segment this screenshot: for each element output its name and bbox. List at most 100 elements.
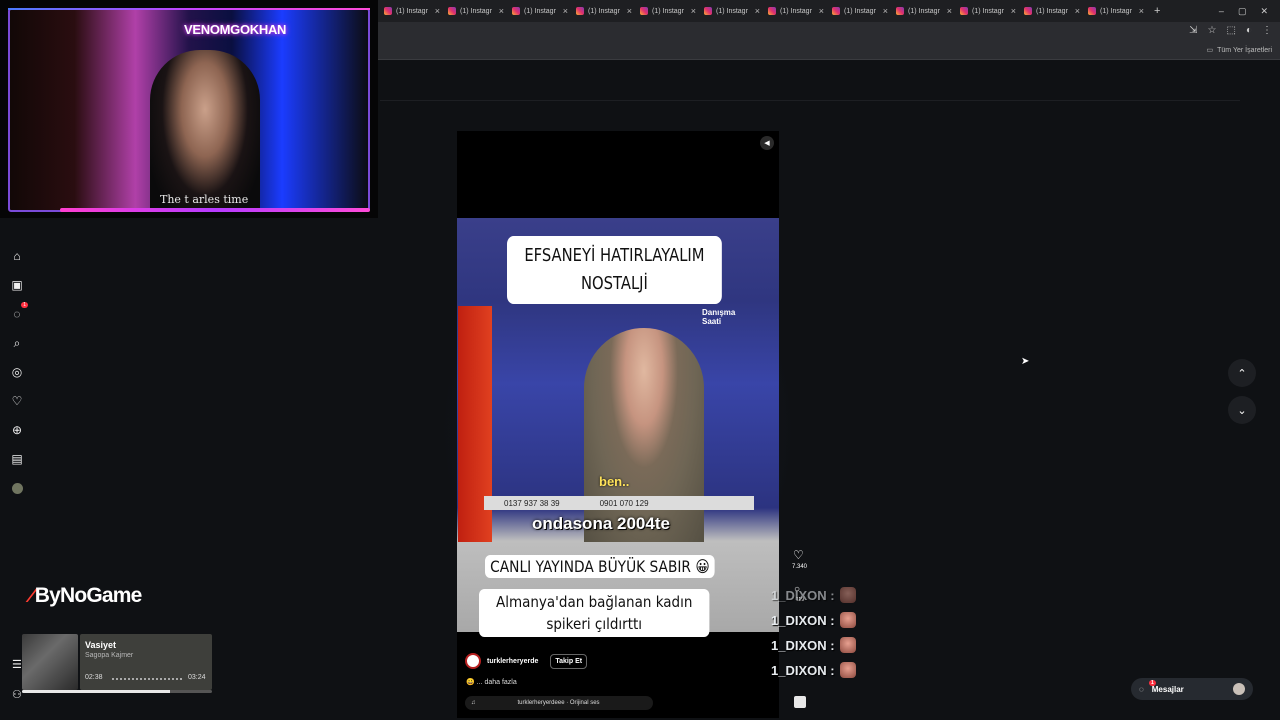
subtitle: ondasona 2004te [532, 514, 670, 533]
next-reel-button[interactable]: ⌄ [1228, 396, 1256, 424]
close-icon[interactable]: × [691, 6, 696, 16]
close-icon[interactable]: × [1075, 6, 1080, 16]
close-window-button[interactable]: ✕ [1260, 6, 1268, 17]
previous-reel-button[interactable]: ⌃ [1228, 359, 1256, 387]
close-icon[interactable]: × [819, 6, 824, 16]
tab-title: (1) Instagr [844, 7, 876, 15]
sidebar-nav: ⌂ ▣ ◌ 1 ⌕ ◎ ♡ ⊕ ▤ [8, 248, 28, 496]
chat-username: 1_DIXON : [771, 637, 835, 653]
browser-tab[interactable]: (1) Instagr × [700, 0, 764, 22]
instagram-icon [704, 7, 712, 15]
star-icon[interactable]: ☆ [1208, 25, 1217, 36]
browser-tab[interactable]: (1) Instagr × [1020, 0, 1084, 22]
reels-icon[interactable]: ▣ [8, 277, 26, 293]
neon-sign: VENOMGOKHAN [184, 22, 287, 37]
browser-tab[interactable]: (1) Instagr × [828, 0, 892, 22]
messenger-icon: ◌ [1139, 684, 1144, 694]
browser-tab[interactable]: (1) Instagr × [508, 0, 572, 22]
phone-ticker: 0137 937 38 39 0901 070 129 [484, 496, 754, 510]
profile-avatar[interactable] [8, 480, 26, 496]
extensions-icon[interactable]: ⬚ [1227, 25, 1236, 36]
messages-label: Mesajlar [1151, 684, 1184, 694]
emote-icon [839, 637, 856, 653]
close-icon[interactable]: × [563, 6, 568, 16]
volume-icon[interactable]: ◀ [760, 136, 774, 150]
install-icon[interactable]: ⇲ [1189, 25, 1197, 36]
window-controls: – ▢ ✕ [1219, 0, 1280, 22]
tv-overlay-text: Danışma Saati [702, 308, 735, 326]
avatar [11, 482, 23, 494]
browser-tab[interactable]: (1) Instagr × [572, 0, 636, 22]
maximize-button[interactable]: ▢ [1238, 6, 1247, 17]
instagram-icon [768, 7, 776, 15]
chat-username: 1_DIXON : [771, 612, 835, 628]
audio-attribution[interactable]: ♫ turklerheryerdeee · Orijinal ses [465, 696, 653, 710]
close-icon[interactable]: × [947, 6, 952, 16]
waveform [112, 678, 182, 680]
messenger-icon[interactable]: ◌ 1 [8, 302, 28, 322]
reel-description[interactable]: 😀 ... daha fazla [466, 678, 517, 686]
search-icon[interactable]: ⌕ [8, 335, 26, 351]
chevron-down-icon: ⌄ [1237, 404, 1247, 417]
like-icon[interactable]: ♡ [793, 548, 804, 562]
browser-tab[interactable]: (1) Instagr × [1084, 0, 1148, 22]
tab-title: (1) Instagr [396, 7, 428, 15]
profile-icon[interactable]: ◐ [1246, 25, 1252, 36]
heart-icon[interactable]: ♡ [8, 393, 26, 409]
more-icon[interactable]: ⚇ [12, 688, 22, 701]
instagram-icon [448, 7, 456, 15]
close-icon[interactable]: × [755, 6, 760, 16]
tab-title: (1) Instagr [1100, 7, 1132, 15]
webcam-overlay: VENOMGOKHAN The t arles time [0, 0, 378, 218]
browser-tab[interactable]: (1) Instagr × [956, 0, 1020, 22]
brand-text: ByNoGame [34, 584, 143, 607]
header-divider [380, 100, 1240, 101]
avatar [1233, 683, 1245, 695]
instagram-icon [1024, 7, 1032, 15]
close-icon[interactable]: × [627, 6, 632, 16]
close-icon[interactable]: × [1139, 6, 1144, 16]
close-icon[interactable]: × [499, 6, 504, 16]
song-title: Vasiyet [85, 640, 117, 650]
new-tab-button[interactable]: + [1148, 5, 1166, 17]
browser-tab[interactable]: (1) Instagr × [380, 0, 444, 22]
streamer-image [150, 50, 260, 210]
browser-tab[interactable]: (1) Instagr × [636, 0, 700, 22]
close-icon[interactable]: × [1011, 6, 1016, 16]
browser-tab[interactable]: (1) Instagr × [444, 0, 508, 22]
reel-author: turklerheryerde Takip Et [465, 653, 588, 669]
hamburger-menu-icon[interactable]: ☰ [12, 658, 22, 671]
folder-icon: ▭ [1206, 47, 1214, 54]
tab-title: (1) Instagr [780, 7, 812, 15]
minimize-button[interactable]: – [1219, 6, 1224, 16]
ticker-number: 0137 937 38 39 [504, 498, 560, 508]
home-icon[interactable]: ⌂ [8, 248, 26, 264]
browser-tab[interactable]: (1) Instagr × [892, 0, 956, 22]
tab-title: (1) Instagr [588, 7, 620, 15]
notification-badge: 1 [21, 302, 28, 308]
headline-line: EFSANEYİ HATIRLAYALIM [524, 245, 705, 266]
bynogame-icon: ⁄ [30, 584, 33, 607]
audio-thumbnail-icon[interactable] [794, 696, 806, 708]
messages-button[interactable]: ◌ 1 Mesajlar [1131, 678, 1253, 700]
create-icon[interactable]: ⊕ [8, 422, 26, 438]
messages-badge: 1 [1149, 680, 1156, 686]
browser-tab[interactable]: (1) Instagr × [764, 0, 828, 22]
insights-icon[interactable]: ▤ [8, 451, 26, 467]
author-avatar[interactable] [465, 653, 481, 669]
emote-icon [839, 662, 856, 678]
close-icon[interactable]: × [435, 6, 440, 16]
explore-icon[interactable]: ◎ [8, 364, 26, 380]
tab-title: (1) Instagr [1036, 7, 1068, 15]
all-bookmarks[interactable]: ▭ Tüm Yer İşaretleri [1206, 46, 1272, 55]
menu-dots-icon[interactable]: ⋮ [1262, 25, 1272, 36]
follow-button[interactable]: Takip Et [550, 653, 588, 669]
mouse-cursor-icon: ➤ [1021, 356, 1030, 367]
shirt-text: The t arles time [160, 193, 249, 206]
tv-overlay-line: Saati [702, 317, 722, 326]
close-icon[interactable]: × [883, 6, 888, 16]
tab-title: (1) Instagr [972, 7, 1004, 15]
author-username[interactable]: turklerheryerde [487, 658, 538, 665]
audio-label: turklerheryerdeee · Orijinal ses [517, 700, 600, 706]
elapsed-time: 02:38 [85, 674, 103, 681]
